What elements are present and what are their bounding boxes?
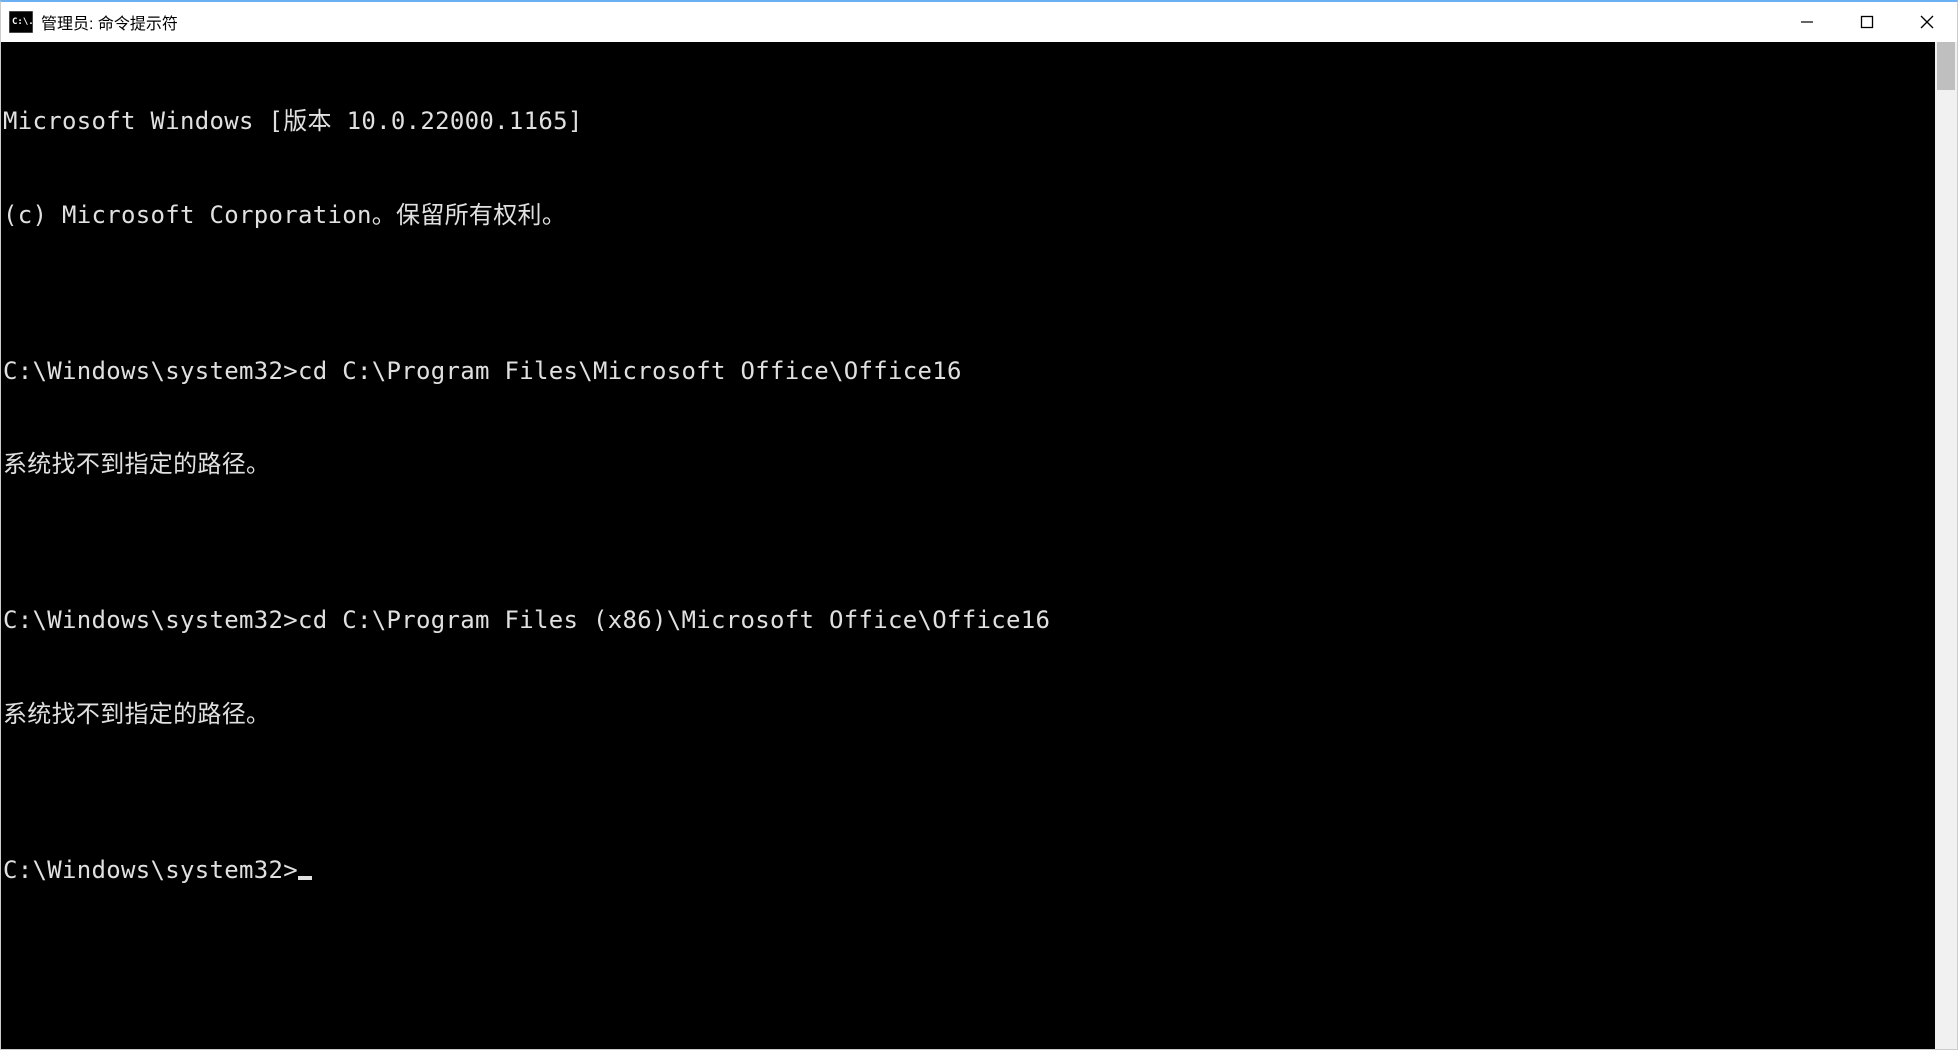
cursor-icon	[298, 876, 312, 880]
current-prompt: C:\Windows\system32>	[3, 856, 298, 884]
close-button[interactable]	[1897, 2, 1957, 42]
svg-text:C:\.: C:\.	[12, 17, 33, 27]
window: C:\. 管理员: 命令提示符 Microsoft Windows [版本 10…	[0, 0, 1958, 1050]
terminal-area[interactable]: Microsoft Windows [版本 10.0.22000.1165] (…	[1, 42, 1957, 1049]
current-prompt-line: C:\Windows\system32>	[3, 855, 1933, 886]
titlebar[interactable]: C:\. 管理员: 命令提示符	[1, 2, 1957, 42]
terminal-content[interactable]: Microsoft Windows [版本 10.0.22000.1165] (…	[1, 42, 1935, 1049]
terminal-line: Microsoft Windows [版本 10.0.22000.1165]	[3, 106, 1933, 137]
window-title: 管理员: 命令提示符	[41, 10, 178, 34]
terminal-line: 系统找不到指定的路径。	[3, 449, 1933, 480]
terminal-line: 系统找不到指定的路径。	[3, 699, 1933, 730]
minimize-button[interactable]	[1777, 2, 1837, 42]
scrollbar[interactable]	[1935, 42, 1957, 1049]
terminal-line: (c) Microsoft Corporation。保留所有权利。	[3, 200, 1933, 231]
terminal-line: C:\Windows\system32>cd C:\Program Files …	[3, 605, 1933, 636]
scrollbar-thumb[interactable]	[1937, 42, 1955, 90]
terminal-line: C:\Windows\system32>cd C:\Program Files\…	[3, 356, 1933, 387]
maximize-button[interactable]	[1837, 2, 1897, 42]
window-controls	[1777, 2, 1957, 42]
cmd-icon: C:\.	[9, 11, 33, 33]
